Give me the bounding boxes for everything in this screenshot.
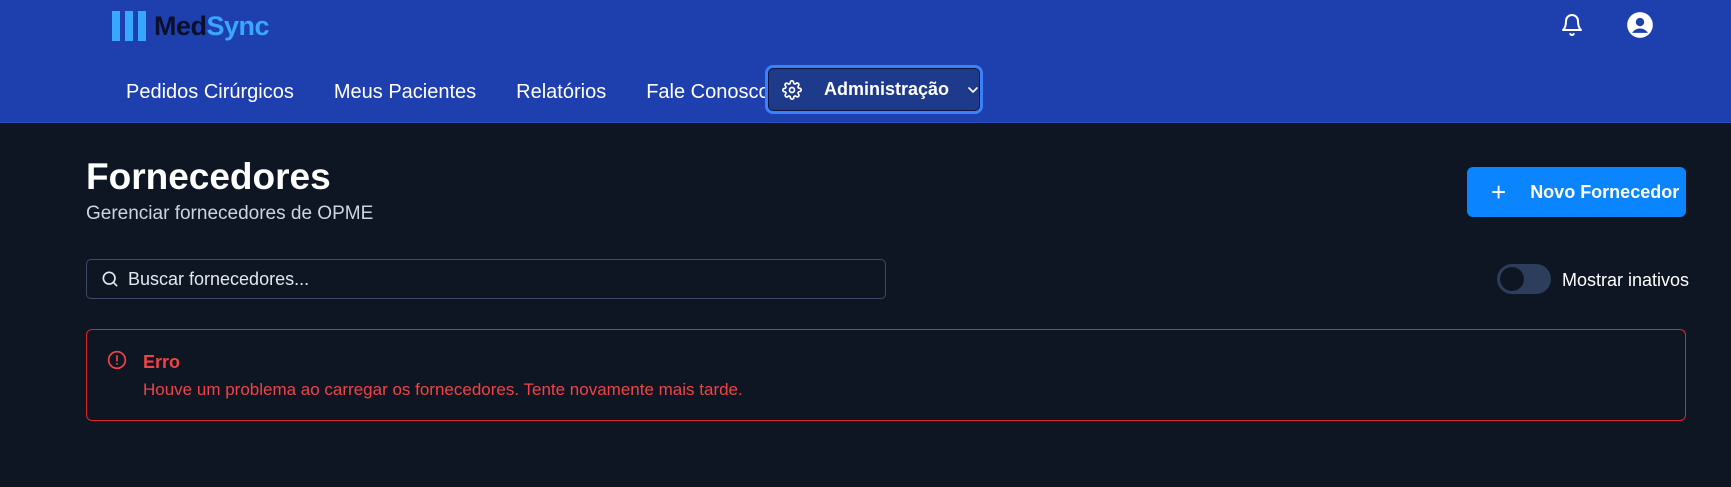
- show-inactive-label: Mostrar inativos: [1562, 270, 1690, 290]
- medsync-logo[interactable]: MedSync: [112, 10, 270, 42]
- chevron-down-icon: [965, 82, 981, 98]
- plus-icon: +: [1491, 177, 1507, 207]
- search-box: [86, 259, 886, 299]
- logo-bars-icon: [112, 11, 146, 41]
- error-message: Houve um problema ao carregar os fornece…: [143, 380, 743, 399]
- new-supplier-button[interactable]: + Novo Fornecedor: [1467, 167, 1686, 217]
- bell-icon[interactable]: [1557, 10, 1587, 40]
- alert-circle-icon: [107, 350, 127, 370]
- toggle-knob: [1500, 267, 1524, 291]
- search-icon: [100, 269, 120, 289]
- nav-administracao-label: Administração: [824, 79, 950, 99]
- nav-meus-pacientes[interactable]: Meus Pacientes: [334, 81, 476, 104]
- page-title: Fornecedores: [86, 156, 331, 197]
- logo-text: MedSync: [154, 10, 270, 41]
- main-nav: Pedidos Cirúrgicos Meus Pacientes Relató…: [126, 66, 810, 118]
- nav-pedidos-cirurgicos[interactable]: Pedidos Cirúrgicos: [126, 81, 294, 104]
- top-header: MedSync Pedidos Cirúrgicos Meus Paciente…: [0, 0, 1731, 123]
- user-circle-icon[interactable]: [1625, 10, 1655, 40]
- page-subtitle: Gerenciar fornecedores de OPME: [86, 203, 374, 224]
- nav-fale-conosco[interactable]: Fale Conosco: [646, 81, 769, 104]
- error-alert: Erro Houve um problema ao carregar os fo…: [86, 329, 1686, 421]
- nav-relatorios[interactable]: Relatórios: [516, 81, 606, 104]
- search-input[interactable]: [128, 268, 868, 290]
- gear-icon: [782, 79, 802, 100]
- show-inactive-toggle[interactable]: [1497, 264, 1551, 294]
- new-supplier-label: Novo Fornecedor: [1530, 181, 1680, 202]
- nav-administracao-dropdown[interactable]: Administração: [765, 65, 983, 114]
- error-title: Erro: [143, 352, 181, 372]
